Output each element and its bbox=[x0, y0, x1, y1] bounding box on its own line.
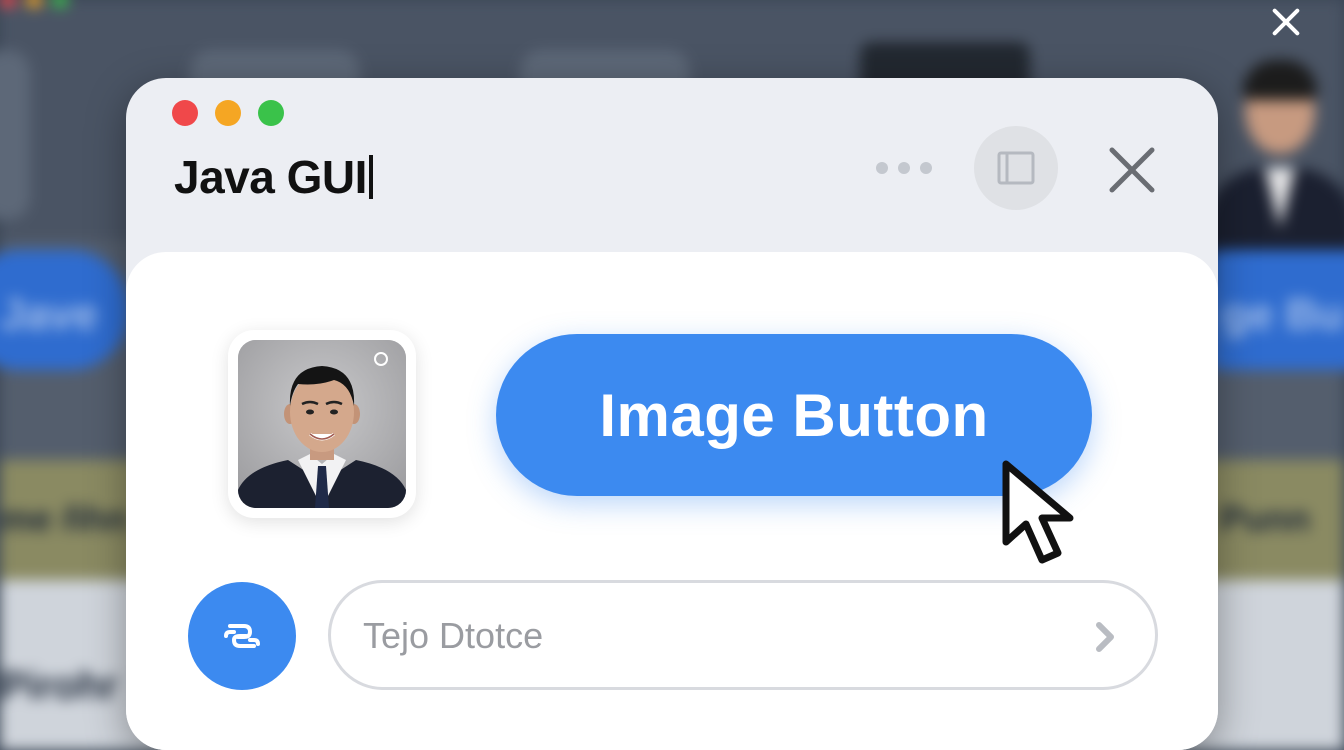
background-close-icon bbox=[1268, 4, 1304, 40]
background-pill-text: ge Bu bbox=[1222, 290, 1344, 339]
more-horizontal-icon[interactable] bbox=[876, 162, 932, 174]
avatar-image-button[interactable] bbox=[228, 330, 416, 518]
background-traffic-lights bbox=[0, 0, 78, 13]
pointer-cursor-icon bbox=[1002, 460, 1074, 564]
minimize-window-dot[interactable] bbox=[215, 100, 241, 126]
link-action-button[interactable] bbox=[188, 582, 296, 690]
text-input-field[interactable] bbox=[328, 580, 1158, 690]
close-icon bbox=[1109, 147, 1155, 193]
profile-photo bbox=[238, 340, 406, 508]
radio-circle-icon bbox=[374, 352, 388, 366]
link-icon bbox=[224, 624, 260, 648]
java-gui-window: Java GUI Image Button Tejo Dtotce bbox=[126, 78, 1218, 750]
sidebar-toggle-button[interactable] bbox=[974, 126, 1058, 210]
text-caret bbox=[368, 155, 373, 199]
window-controls bbox=[172, 100, 284, 126]
window-title-text: Java GUI bbox=[174, 151, 367, 203]
close-window-dot[interactable] bbox=[172, 100, 198, 126]
background-strip-text: Punn bbox=[1220, 498, 1310, 539]
background-bottom-text: Pirohr bbox=[0, 664, 118, 708]
background-card bbox=[0, 50, 30, 220]
close-button[interactable] bbox=[1106, 144, 1158, 196]
chevron-right-icon[interactable] bbox=[1093, 619, 1117, 655]
background-pill-text: Jave bbox=[0, 290, 98, 339]
zoom-window-dot[interactable] bbox=[258, 100, 284, 126]
sidebar-panel-icon bbox=[997, 151, 1035, 185]
window-title: Java GUI bbox=[174, 150, 373, 204]
background-strip-text: me ñhn bbox=[0, 498, 129, 539]
window-content: Image Button bbox=[126, 252, 1218, 750]
text-input[interactable] bbox=[361, 603, 1065, 669]
